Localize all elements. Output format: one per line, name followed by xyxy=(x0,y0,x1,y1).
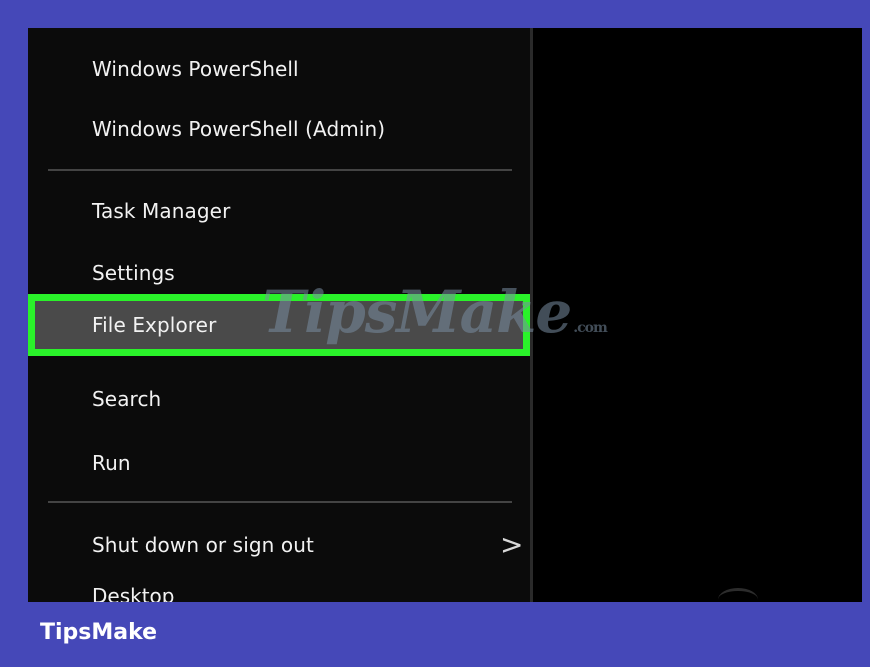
menu-item-label: Search xyxy=(92,387,162,411)
screen: Windows PowerShell Windows PowerShell (A… xyxy=(28,28,862,602)
menu-item-label: File Explorer xyxy=(92,313,217,337)
winx-menu: Windows PowerShell Windows PowerShell (A… xyxy=(28,28,530,602)
pane-divider xyxy=(530,28,533,602)
menu-item-shut-down-or-sign-out[interactable]: Shut down or sign out xyxy=(28,516,530,574)
menu-item-windows-powershell[interactable]: Windows PowerShell xyxy=(28,40,530,98)
footer-brand: TipsMake xyxy=(40,620,158,645)
menu-item-file-explorer[interactable]: File Explorer xyxy=(28,296,530,354)
menu-item-search[interactable]: Search xyxy=(28,370,530,428)
menu-item-label: Settings xyxy=(92,261,175,285)
desktop-glyph xyxy=(718,588,758,602)
menu-separator xyxy=(48,169,512,171)
menu-item-label: Task Manager xyxy=(92,199,231,223)
menu-item-label: Run xyxy=(92,451,131,475)
menu-separator xyxy=(48,501,512,503)
chevron-right-icon: > xyxy=(500,528,524,561)
menu-item-label: Windows PowerShell xyxy=(92,57,299,81)
menu-item-label: Shut down or sign out xyxy=(92,533,314,557)
menu-item-label: Windows PowerShell (Admin) xyxy=(92,117,386,141)
menu-item-windows-powershell-admin[interactable]: Windows PowerShell (Admin) xyxy=(28,100,530,158)
menu-item-desktop[interactable]: Desktop xyxy=(92,584,174,602)
menu-item-run[interactable]: Run xyxy=(28,434,530,492)
menu-item-task-manager[interactable]: Task Manager xyxy=(28,182,530,240)
